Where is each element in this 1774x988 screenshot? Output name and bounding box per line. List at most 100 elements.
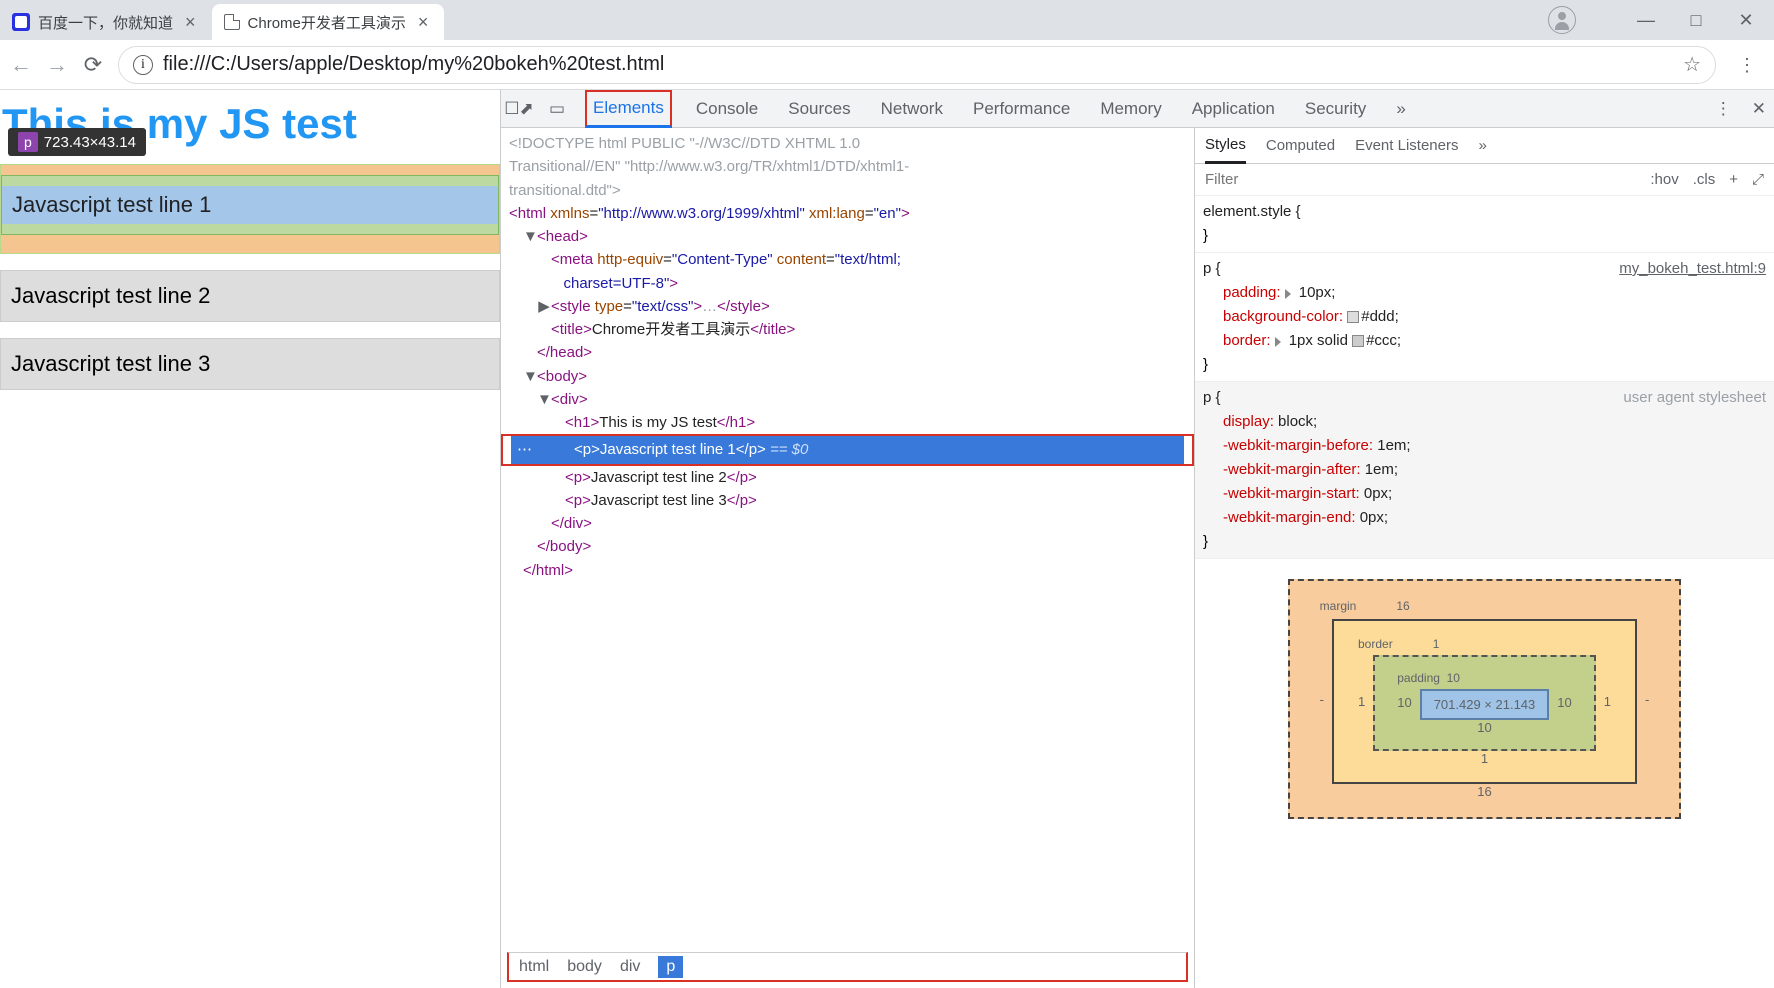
dom-breadcrumb[interactable]: html body div p xyxy=(507,952,1188,982)
address-bar: ← → ⟳ i file:///C:/Users/apple/Desktop/m… xyxy=(0,40,1774,90)
tooltip-dimensions: 723.43×43.14 xyxy=(44,134,136,151)
dom-body-close[interactable]: </body> xyxy=(509,535,1186,558)
prop-name: display: xyxy=(1223,413,1274,430)
prop-value[interactable]: 10px; xyxy=(1299,284,1336,301)
tab-performance[interactable]: Performance xyxy=(967,90,1076,128)
bm-border[interactable]: border1 1 padding 10 10 701.429 × 21.143 xyxy=(1332,619,1637,784)
add-rule-icon[interactable]: + xyxy=(1729,171,1738,188)
forward-icon[interactable]: → xyxy=(46,54,68,76)
bm-value: - xyxy=(1320,692,1324,707)
prop-name[interactable]: padding: xyxy=(1223,284,1281,301)
maximize-icon[interactable]: □ xyxy=(1686,10,1706,30)
bm-margin[interactable]: margin16 - border1 1 padding 10 xyxy=(1288,579,1682,819)
crumb-p[interactable]: p xyxy=(658,956,683,978)
close-window-icon[interactable]: ✕ xyxy=(1736,10,1756,30)
expand-icon[interactable] xyxy=(1285,289,1291,299)
device-toggle-icon[interactable]: ▭ xyxy=(547,99,567,119)
back-icon[interactable]: ← xyxy=(10,54,32,76)
minimize-icon[interactable]: — xyxy=(1636,10,1656,30)
bm-value: 1 xyxy=(1604,694,1611,709)
styles-filter-input[interactable] xyxy=(1205,171,1636,188)
reload-icon[interactable]: ⟳ xyxy=(82,54,104,76)
dom-h1[interactable]: <h1>This is my JS test</h1> xyxy=(509,411,1186,434)
dom-head[interactable]: ▼<head> xyxy=(509,225,1186,248)
paragraph[interactable]: Javascript test line 3 xyxy=(0,338,500,390)
page-icon xyxy=(224,14,240,30)
rendered-page: This is my JS test p 723.43×43.14 Javasc… xyxy=(0,90,500,988)
dom-doctype: <!DOCTYPE html PUBLIC "-//W3C//DTD XHTML… xyxy=(509,132,1186,202)
crumb-div[interactable]: div xyxy=(620,958,640,976)
site-info-icon[interactable]: i xyxy=(133,55,153,75)
bm-content[interactable]: 701.429 × 21.143 xyxy=(1420,689,1550,720)
tab-baidu[interactable]: 百度一下，你就知道 × xyxy=(0,4,212,40)
tab-application[interactable]: Application xyxy=(1186,90,1281,128)
dom-div[interactable]: ▼<div> xyxy=(509,388,1186,411)
expand-icon[interactable] xyxy=(1275,337,1281,347)
dom-p3[interactable]: <p>Javascript test line 3</p> xyxy=(509,489,1186,512)
devtools-menu-icon[interactable]: ⋮ xyxy=(1715,99,1732,119)
rule-source-link[interactable]: my_bokeh_test.html:9 xyxy=(1619,257,1766,281)
tab-event-listeners[interactable]: Event Listeners xyxy=(1355,137,1458,154)
dom-div-close[interactable]: </div> xyxy=(509,512,1186,535)
dom-body[interactable]: ▼<body> xyxy=(509,365,1186,388)
dom-meta[interactable]: <meta http-equiv="Content-Type" content=… xyxy=(509,248,1186,295)
devtools-close-icon[interactable]: ✕ xyxy=(1752,99,1766,119)
cls-toggle[interactable]: .cls xyxy=(1693,171,1716,188)
tab-active[interactable]: Chrome开发者工具演示 × xyxy=(212,4,445,40)
bookmark-star-icon[interactable]: ☆ xyxy=(1683,52,1701,77)
dom-head-close[interactable]: </head> xyxy=(509,341,1186,364)
dom-title[interactable]: <title>Chrome开发者工具演示</title> xyxy=(509,318,1186,341)
padding-highlight: Javascript test line 1 xyxy=(1,175,499,235)
color-swatch-icon[interactable] xyxy=(1347,311,1359,323)
profile-icon[interactable] xyxy=(1548,6,1576,34)
dom-p-selected[interactable]: ⋯<p>Javascript test line 1</p> == $0 xyxy=(511,436,1184,463)
prop-value[interactable]: #ddd; xyxy=(1361,308,1399,325)
url-input-container[interactable]: i file:///C:/Users/apple/Desktop/my%20bo… xyxy=(118,46,1716,84)
styles-panel: Styles Computed Event Listeners » :hov .… xyxy=(1195,128,1774,988)
prop-name[interactable]: background-color: xyxy=(1223,308,1343,325)
prop-value[interactable]: #ccc; xyxy=(1366,332,1401,349)
element-style-rule[interactable]: element.style { } xyxy=(1195,196,1774,253)
tab-sources[interactable]: Sources xyxy=(782,90,856,128)
dom-style[interactable]: ▶<style type="text/css">…</style> xyxy=(509,295,1186,318)
tab-network[interactable]: Network xyxy=(875,90,949,128)
tab-computed[interactable]: Computed xyxy=(1266,137,1335,154)
tab-more-icon[interactable]: » xyxy=(1390,90,1411,128)
bm-value: 10 xyxy=(1557,695,1571,710)
tab-elements[interactable]: Elements xyxy=(585,90,672,128)
bm-value: 16 xyxy=(1396,599,1409,613)
tab-label: 百度一下，你就知道 xyxy=(38,12,173,33)
bm-padding[interactable]: padding 10 10 701.429 × 21.143 10 10 xyxy=(1373,655,1596,751)
dom-p2[interactable]: <p>Javascript test line 2</p> xyxy=(509,466,1186,489)
tab-security[interactable]: Security xyxy=(1299,90,1372,128)
tab-styles[interactable]: Styles xyxy=(1205,128,1246,164)
more-icon[interactable]: ⋯ xyxy=(511,441,538,458)
bm-value: 10 xyxy=(1397,720,1572,735)
crumb-html[interactable]: html xyxy=(519,958,549,976)
content-highlight[interactable]: Javascript test line 1 xyxy=(2,186,498,224)
dom-html-open[interactable]: <html xmlns="http://www.w3.org/1999/xhtm… xyxy=(509,202,1186,225)
more-tabs-icon[interactable]: » xyxy=(1478,137,1486,154)
bm-value: 1 xyxy=(1358,751,1611,766)
p-rule[interactable]: my_bokeh_test.html:9 p { padding: 10px; … xyxy=(1195,253,1774,382)
prop-value[interactable]: 1px solid xyxy=(1289,332,1352,349)
dom-tree[interactable]: <!DOCTYPE html PUBLIC "-//W3C//DTD XHTML… xyxy=(501,128,1194,952)
tab-console[interactable]: Console xyxy=(690,90,764,128)
dom-html-close[interactable]: </html> xyxy=(509,559,1186,582)
close-icon[interactable]: × xyxy=(181,12,200,33)
close-icon[interactable]: × xyxy=(414,12,433,33)
bm-value: 1 xyxy=(1433,637,1440,651)
tab-memory[interactable]: Memory xyxy=(1094,90,1167,128)
ua-rule[interactable]: user agent stylesheet p { display: block… xyxy=(1195,382,1774,559)
dom-selected-wrap: ⋯<p>Javascript test line 1</p> == $0 xyxy=(501,434,1194,465)
baidu-favicon-icon xyxy=(12,13,30,31)
chrome-menu-icon[interactable]: ⋮ xyxy=(1730,62,1764,68)
prop-name[interactable]: border: xyxy=(1223,332,1271,349)
inspect-element-icon[interactable]: ☐⬈ xyxy=(509,99,529,119)
crumb-body[interactable]: body xyxy=(567,958,602,976)
hov-toggle[interactable]: :hov xyxy=(1650,171,1678,188)
color-swatch-icon[interactable] xyxy=(1352,335,1364,347)
paragraph[interactable]: Javascript test line 2 xyxy=(0,270,500,322)
pin-icon[interactable]: ⤢ xyxy=(1752,171,1764,188)
styles-tabs: Styles Computed Event Listeners » xyxy=(1195,128,1774,164)
